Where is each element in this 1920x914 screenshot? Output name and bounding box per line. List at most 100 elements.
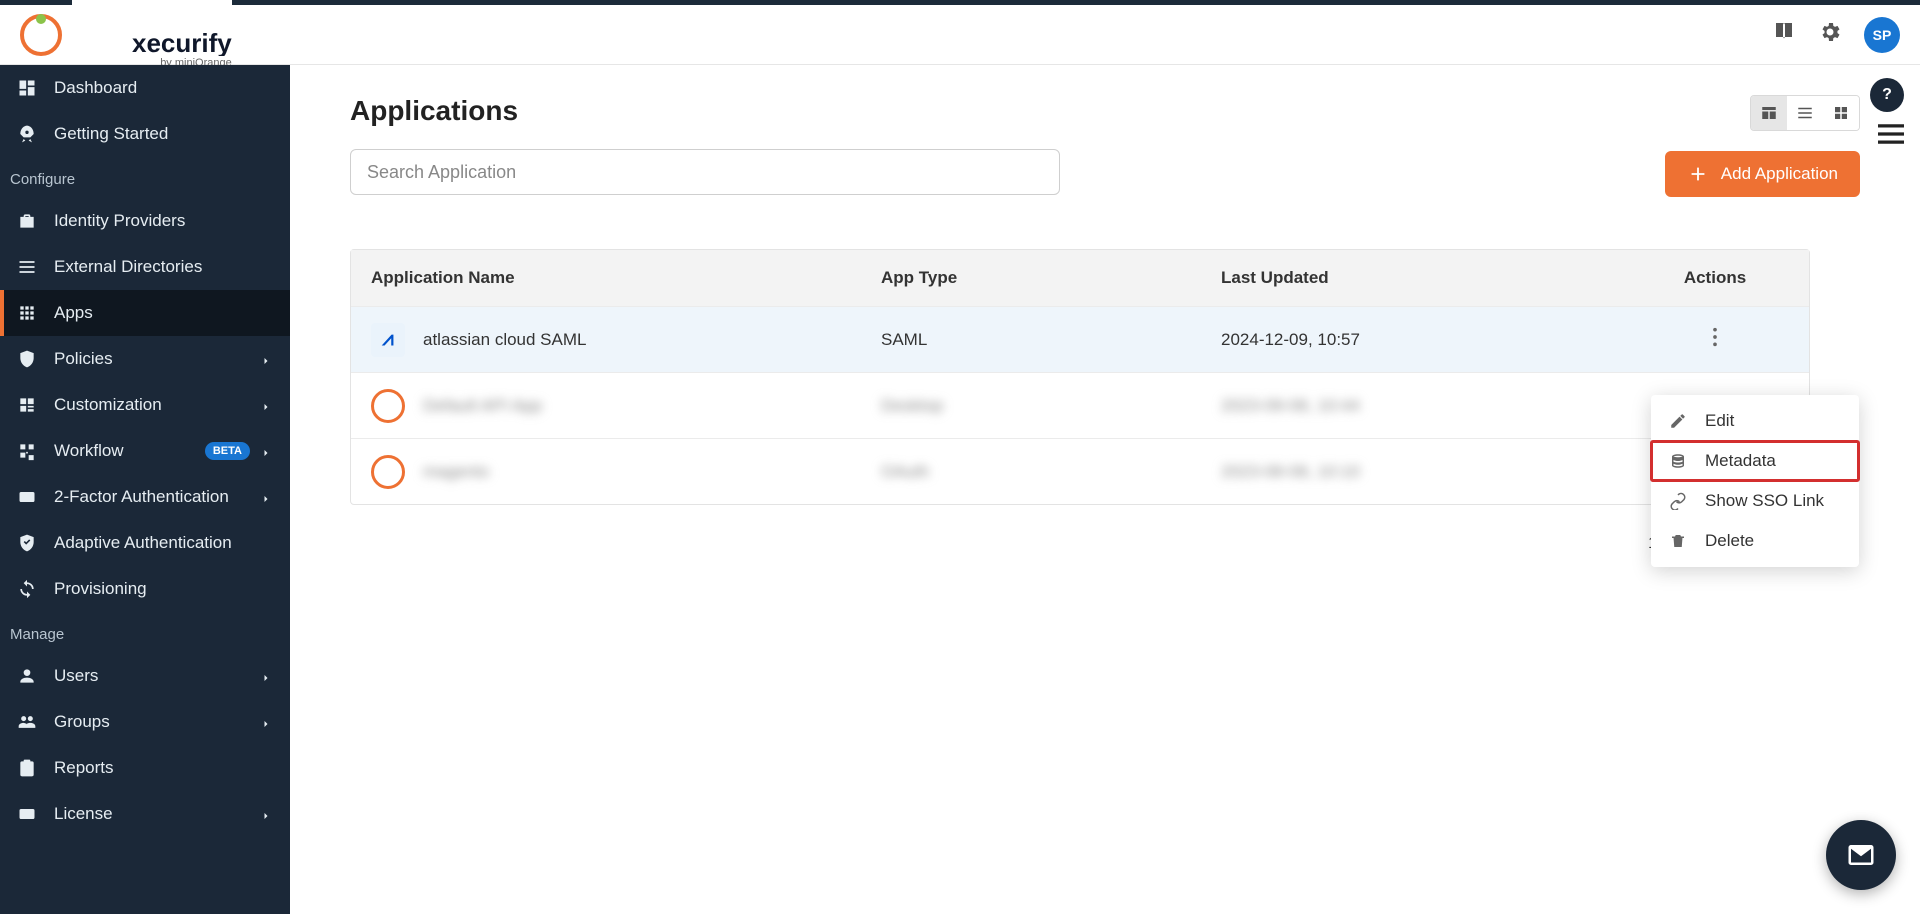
plus-icon [1687, 163, 1709, 185]
search-input[interactable] [350, 149, 1060, 195]
sidebar-item-label: Workflow [54, 441, 205, 461]
sidebar-item-adaptive[interactable]: Adaptive Authentication [0, 520, 290, 566]
row-actions-popover: Edit Metadata Show SSO Link Delete [1651, 395, 1859, 567]
sidebar-item-reports[interactable]: Reports [0, 745, 290, 791]
link-icon [1669, 492, 1687, 510]
view-list-button[interactable] [1787, 96, 1823, 130]
sidebar-item-label: Groups [54, 712, 260, 732]
popover-label: Metadata [1705, 451, 1776, 471]
avatar[interactable]: SP [1864, 17, 1900, 53]
sidebar-item-external-directories[interactable]: External Directories [0, 244, 290, 290]
cell-updated: 2023-08-08, 10:10 [1221, 462, 1641, 482]
cell-updated: 2023-09-08, 10:44 [1221, 396, 1641, 416]
chevron-right-icon [260, 807, 274, 821]
table-row[interactable]: magento OAuth 2023-08-08, 10:10 [351, 438, 1809, 504]
applications-table: Application Name App Type Last Updated A… [350, 249, 1810, 505]
col-header-actions: Actions [1641, 268, 1789, 288]
sidebar-item-groups[interactable]: Groups [0, 699, 290, 745]
sidebar-item-license[interactable]: License [0, 791, 290, 837]
chevron-right-icon [260, 352, 274, 366]
mail-fab[interactable] [1826, 820, 1896, 890]
sidebar-item-label: External Directories [54, 257, 274, 277]
sidebar-item-label: Customization [54, 395, 260, 415]
sidebar-item-label: Identity Providers [54, 211, 274, 231]
chevron-right-icon [260, 444, 274, 458]
sidebar-item-label: License [54, 804, 260, 824]
sidebar: Dashboard Getting Started Configure Iden… [0, 65, 290, 914]
sidebar-item-customization[interactable]: Customization [0, 382, 290, 428]
sidebar-item-identity-providers[interactable]: Identity Providers [0, 198, 290, 244]
chevron-right-icon [260, 715, 274, 729]
sync-icon [16, 578, 38, 600]
sidebar-item-label: Apps [54, 303, 274, 323]
help-fab[interactable]: ? [1870, 78, 1904, 112]
popover-label: Show SSO Link [1705, 491, 1824, 511]
sidebar-item-policies[interactable]: Policies [0, 336, 290, 382]
mail-icon [1846, 840, 1876, 870]
sidebar-item-label: Getting Started [54, 124, 274, 144]
sidebar-item-provisioning[interactable]: Provisioning [0, 566, 290, 612]
popover-show-sso[interactable]: Show SSO Link [1651, 481, 1859, 521]
cell-updated: 2024-12-09, 10:57 [1221, 330, 1641, 350]
popover-label: Edit [1705, 411, 1734, 431]
chevron-right-icon [260, 490, 274, 504]
pencil-icon [1669, 412, 1687, 430]
sidebar-item-label: Provisioning [54, 579, 274, 599]
chevron-right-icon [260, 398, 274, 412]
topbar: xecurify by miniOrange SP [0, 5, 1920, 65]
popover-metadata[interactable]: Metadata [1651, 441, 1859, 481]
table-row[interactable]: Default API App Desktop 2023-09-08, 10:4… [351, 372, 1809, 438]
sidebar-item-workflow[interactable]: Workflow BETA [0, 428, 290, 474]
beta-badge: BETA [205, 442, 250, 460]
book-icon[interactable] [1772, 20, 1796, 49]
cell-app-name: Default API App [423, 396, 542, 416]
popover-label: Delete [1705, 531, 1754, 551]
brand-name: xecurify [72, 0, 232, 56]
pager: 1–3 of 3 [350, 529, 1810, 558]
hamburger-icon[interactable] [1878, 124, 1904, 149]
sidebar-item-apps[interactable]: Apps [0, 290, 290, 336]
cell-app-name: atlassian cloud SAML [423, 330, 586, 350]
add-application-button[interactable]: Add Application [1665, 151, 1860, 197]
database-icon [1669, 452, 1687, 470]
cell-app-type: Desktop [881, 396, 1221, 416]
clipboard-icon [16, 757, 38, 779]
view-grid-button[interactable] [1823, 96, 1859, 130]
app-icon [371, 389, 405, 423]
rocket-icon [16, 123, 38, 145]
sidebar-item-label: Users [54, 666, 260, 686]
groups-icon [16, 711, 38, 733]
col-header-updated: Last Updated [1221, 268, 1641, 288]
table-row[interactable]: ⩘ atlassian cloud SAML SAML 2024-12-09, … [351, 306, 1809, 372]
add-button-label: Add Application [1721, 164, 1838, 184]
sidebar-item-label: 2-Factor Authentication [54, 487, 260, 507]
popover-edit[interactable]: Edit [1651, 401, 1859, 441]
adaptive-icon [16, 532, 38, 554]
sidebar-item-dashboard[interactable]: Dashboard [0, 65, 290, 111]
sidebar-item-label: Policies [54, 349, 260, 369]
sidebar-item-two-factor[interactable]: 2-Factor Authentication [0, 474, 290, 520]
sidebar-item-users[interactable]: Users [0, 653, 290, 699]
view-toggle [1750, 95, 1860, 131]
logo-icon [20, 14, 62, 56]
popover-delete[interactable]: Delete [1651, 521, 1859, 561]
two-factor-icon [16, 486, 38, 508]
app-icon [371, 455, 405, 489]
cell-app-type: SAML [881, 330, 1221, 350]
sidebar-item-getting-started[interactable]: Getting Started [0, 111, 290, 157]
sidebar-section-manage: Manage [0, 612, 290, 653]
view-table-button[interactable] [1751, 96, 1787, 130]
license-icon [16, 803, 38, 825]
cell-app-name: magento [423, 462, 489, 482]
chevron-right-icon [260, 669, 274, 683]
sidebar-item-label: Reports [54, 758, 274, 778]
list-icon [16, 256, 38, 278]
brand-logo[interactable]: xecurify by miniOrange [20, 0, 232, 69]
row-actions-button[interactable] [1702, 320, 1728, 359]
gear-icon[interactable] [1818, 20, 1842, 49]
shield-icon [16, 348, 38, 370]
main-content: Applications Add Application Application… [290, 65, 1920, 914]
col-header-name: Application Name [371, 268, 881, 288]
sidebar-item-label: Adaptive Authentication [54, 533, 274, 553]
dashboard-icon [16, 77, 38, 99]
